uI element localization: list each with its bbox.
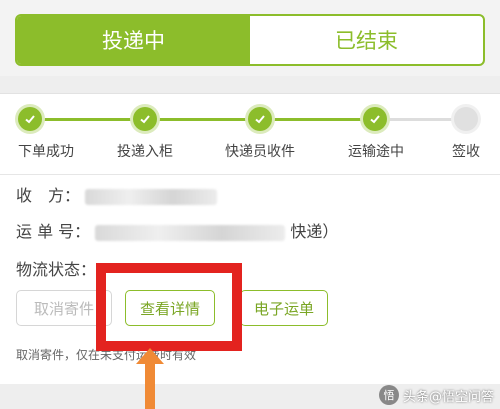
step-done-icon bbox=[363, 107, 387, 131]
watermark-logo-icon: 悟 bbox=[378, 385, 399, 405]
status-tabs: 投递中 已结束 bbox=[15, 14, 485, 66]
tracking-label: 运 单 号： bbox=[16, 222, 91, 241]
step-label: 运输途中 bbox=[348, 144, 404, 160]
redacted-tracking-number bbox=[95, 224, 286, 241]
step-pending-icon bbox=[454, 107, 478, 131]
shipment-card: 下单成功 投递入柜 快递员收件 运输途中 签收 收 方： 运 单 号： 快递） … bbox=[0, 93, 500, 384]
step-done-icon bbox=[248, 107, 272, 131]
status-label: 物流状态： bbox=[16, 260, 97, 279]
recipient-row: 收 方： bbox=[16, 182, 218, 206]
courier-suffix: 快递） bbox=[290, 222, 339, 241]
step-label: 快递员收件 bbox=[225, 144, 295, 160]
tab-finished[interactable]: 已结束 bbox=[250, 16, 483, 64]
step-done-icon bbox=[133, 107, 157, 131]
redacted-recipient bbox=[85, 188, 218, 205]
step-label: 签收 bbox=[452, 144, 480, 160]
recipient-label: 收 方： bbox=[16, 186, 81, 205]
tab-bar: 投递中 已结束 bbox=[0, 0, 500, 76]
divider bbox=[0, 174, 500, 175]
tab-in-delivery[interactable]: 投递中 bbox=[17, 16, 250, 64]
status-row: 物流状态： bbox=[16, 256, 96, 280]
watermark: 悟 头条@悟空问答 bbox=[378, 385, 494, 405]
progress-tracker: 下单成功 投递入柜 快递员收件 运输途中 签收 bbox=[0, 94, 500, 164]
step-label: 下单成功 bbox=[18, 144, 74, 160]
pointer-arrow bbox=[145, 362, 155, 409]
e-waybill-button[interactable]: 电子运单 bbox=[240, 290, 328, 326]
highlight-box bbox=[96, 263, 242, 351]
watermark-text: 头条@悟空问答 bbox=[402, 389, 494, 405]
step-done-icon bbox=[18, 107, 42, 131]
step-label: 投递入柜 bbox=[117, 144, 173, 160]
tracking-row: 运 单 号： 快递） bbox=[16, 218, 338, 242]
